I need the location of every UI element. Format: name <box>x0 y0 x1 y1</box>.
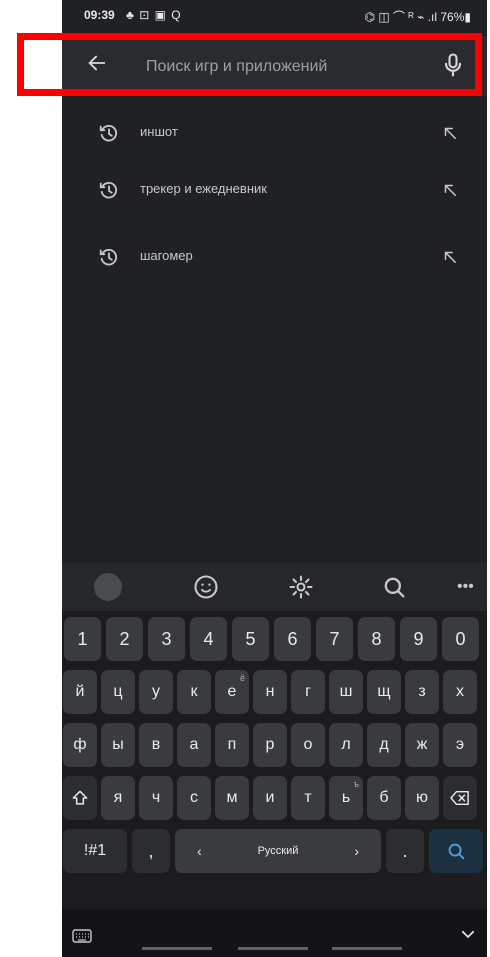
key[interactable]: ь ъ <box>329 776 363 820</box>
key[interactable]: щ <box>367 670 401 714</box>
keyboard-row-numbers: 1 2 3 4 5 6 7 8 9 0 <box>62 617 487 661</box>
key[interactable]: л <box>329 723 363 767</box>
shift-key[interactable] <box>63 776 97 820</box>
keyboard-row-3: я ч с м и т ь ъ б ю <box>62 776 487 820</box>
key[interactable]: 7 <box>316 617 353 661</box>
key[interactable]: в <box>139 723 173 767</box>
key[interactable]: о <box>291 723 325 767</box>
suggestion-label: трекер и ежедневник <box>140 181 267 196</box>
search-bar-highlight-box <box>17 33 482 96</box>
suggestion-item[interactable]: трекер и ежедневник <box>62 167 487 215</box>
history-icon <box>99 181 117 199</box>
key[interactable]: я <box>101 776 135 820</box>
system-icons: ⌬ ◫ ⌒ ᴿ ⌁ .ıl 76%▮ <box>364 10 471 24</box>
space-left-arrow: ‹ <box>197 843 202 859</box>
period-key[interactable]: . <box>386 829 424 873</box>
suggestion-label: иншот <box>140 124 178 139</box>
key[interactable]: б <box>367 776 401 820</box>
chevron-down-icon[interactable] <box>459 925 477 943</box>
key[interactable]: ю <box>405 776 439 820</box>
backspace-key[interactable] <box>443 776 477 820</box>
keyboard-row-bottom: !#1 , ‹ Русский › . <box>62 829 487 873</box>
key[interactable]: 1 <box>64 617 101 661</box>
key[interactable]: х <box>443 670 477 714</box>
keyboard-icon[interactable] <box>72 929 92 943</box>
key[interactable]: р <box>253 723 287 767</box>
key[interactable]: т <box>291 776 325 820</box>
notification-icons: ♣ ⊡ ▣ Q <box>126 8 182 22</box>
emoji-icon[interactable] <box>192 573 220 601</box>
key[interactable]: 3 <box>148 617 185 661</box>
key[interactable]: ш <box>329 670 363 714</box>
key[interactable]: и <box>253 776 287 820</box>
key[interactable]: п <box>215 723 249 767</box>
key-hint: ъ <box>353 779 359 789</box>
key[interactable]: ц <box>101 670 135 714</box>
more-icon[interactable]: ••• <box>457 578 485 606</box>
phone-screen: 09:39 ♣ ⊡ ▣ Q ⌬ ◫ ⌒ ᴿ ⌁ .ıl 76%▮ иншот <box>62 0 487 957</box>
keyboard-row-2: ф ы в а п р о л д ж э <box>62 723 487 767</box>
symbols-key[interactable]: !#1 <box>63 829 127 873</box>
status-time: 09:39 <box>84 8 115 22</box>
gear-icon[interactable] <box>287 573 315 601</box>
key[interactable]: к <box>177 670 211 714</box>
key[interactable]: 0 <box>442 617 479 661</box>
backspace-icon <box>450 790 469 806</box>
key[interactable]: 9 <box>400 617 437 661</box>
status-bar: 09:39 ♣ ⊡ ▣ Q ⌬ ◫ ⌒ ᴿ ⌁ .ıl 76%▮ <box>62 0 487 28</box>
fill-query-arrow-icon[interactable] <box>441 248 459 266</box>
fill-query-arrow-icon[interactable] <box>441 124 459 142</box>
key[interactable]: а <box>177 723 211 767</box>
voice-input-icon[interactable] <box>94 573 122 601</box>
history-icon <box>99 248 117 266</box>
nav-bar-indicators <box>142 947 402 950</box>
key[interactable]: м <box>215 776 249 820</box>
space-language-label: Русский <box>257 845 299 857</box>
keyboard: ••• 1 2 3 4 5 6 7 8 9 0 й ц у к е ё н г … <box>62 563 487 957</box>
key[interactable]: э <box>443 723 477 767</box>
suggestion-item[interactable]: шагомер <box>62 234 487 282</box>
key-hint: ё <box>239 673 245 683</box>
key-label: ь <box>341 789 351 806</box>
key[interactable]: у <box>139 670 173 714</box>
key[interactable]: 6 <box>274 617 311 661</box>
comma-key[interactable]: , <box>132 829 170 873</box>
key[interactable]: 2 <box>106 617 143 661</box>
key[interactable]: с <box>177 776 211 820</box>
key[interactable]: 4 <box>190 617 227 661</box>
key[interactable]: д <box>367 723 401 767</box>
history-icon <box>99 124 117 142</box>
navigation-area <box>62 909 487 957</box>
key[interactable]: ф <box>63 723 97 767</box>
key-label: е <box>227 683 237 700</box>
search-icon <box>448 843 465 860</box>
shift-icon <box>72 790 88 805</box>
key[interactable]: е ё <box>215 670 249 714</box>
keyboard-toolbar: ••• <box>62 563 487 611</box>
fill-query-arrow-icon[interactable] <box>441 181 459 199</box>
key[interactable]: 5 <box>232 617 269 661</box>
key[interactable]: н <box>253 670 287 714</box>
space-right-arrow: › <box>354 843 359 859</box>
key[interactable]: 8 <box>358 617 395 661</box>
key[interactable]: ы <box>101 723 135 767</box>
key[interactable]: ж <box>405 723 439 767</box>
key[interactable]: г <box>291 670 325 714</box>
search-icon[interactable] <box>380 573 408 601</box>
keyboard-row-1: й ц у к е ё н г ш щ з х <box>62 670 487 714</box>
key[interactable]: ч <box>139 776 173 820</box>
suggestion-label: шагомер <box>140 248 193 263</box>
space-key[interactable]: ‹ Русский › <box>175 829 381 873</box>
key[interactable]: й <box>63 670 97 714</box>
search-action-key[interactable] <box>429 829 483 873</box>
key[interactable]: з <box>405 670 439 714</box>
suggestion-item[interactable]: иншот <box>62 110 487 158</box>
